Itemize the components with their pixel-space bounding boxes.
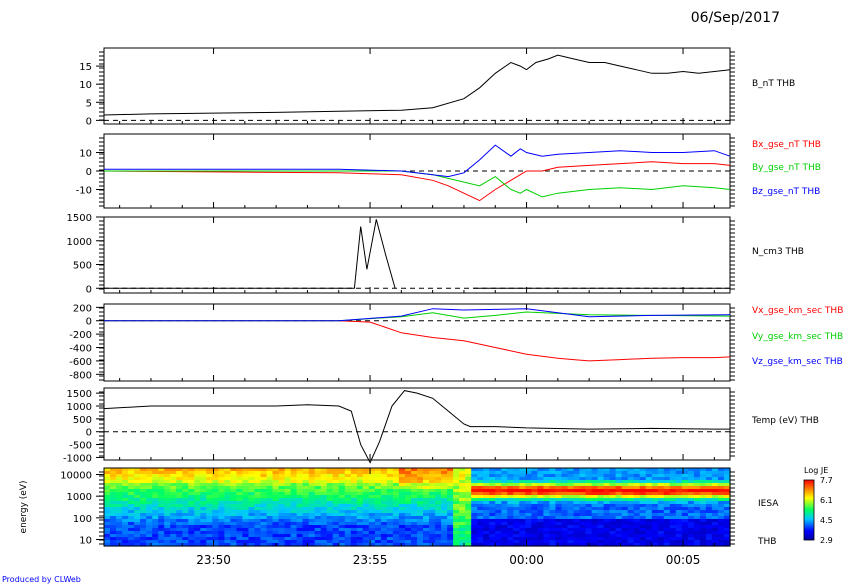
panel-frame (103, 216, 731, 294)
y-tick-label: -800 (69, 370, 92, 381)
y-tick-label: -1000 (63, 453, 92, 464)
legend-label: B_nT THB (752, 79, 795, 89)
y-tick-label: -10 (76, 186, 92, 197)
y-tick-label: 0 (86, 116, 92, 127)
panel-3: 0 500 1000 1500 N_cm3 THB (67, 213, 804, 295)
legend-label: N_cm3 THB (752, 247, 804, 257)
y-tick-label: 500 (73, 415, 92, 426)
y-tick-label: 0 (86, 428, 92, 439)
y-tick-label: 10 (79, 80, 92, 91)
y-tick-label: 0 (86, 284, 92, 295)
y-tick-label: 5 (86, 98, 92, 109)
legend-label: Temp (eV) THB (751, 416, 819, 426)
y-tick-label: 10000 (60, 471, 92, 482)
colorbar-tick-label: 6.1 (820, 496, 833, 505)
series-line-vy-gse-km-sec-thb (104, 311, 731, 322)
y-tick-label: 500 (73, 261, 92, 272)
series-line-b-nt-thb (103, 54, 731, 116)
spectrogram-series-label: IESA (758, 499, 779, 509)
panel-frame (103, 47, 731, 125)
panel-4: -800 -600 -400 -200 0 200 Vx_gse_km_sec THB Vy_… (69, 303, 843, 382)
y-tick-label: 100 (73, 514, 92, 525)
y-tick-label: -400 (69, 344, 92, 355)
y-tick-label: 1500 (67, 389, 92, 400)
legend-label: Vz_gse_km_sec THB (752, 357, 843, 367)
multi-panel-plot: 06/Sep/2017 0 5 10 15 B_nT THB -10 0 10 Bx_gse_n… (2, 10, 843, 584)
y-tick-label: -200 (69, 330, 92, 341)
panel-1: 0 5 10 15 B_nT THB (79, 47, 795, 127)
y-tick-label: 1000 (67, 492, 92, 503)
series-line-by-gse-nt-thb (104, 170, 731, 198)
spectrogram-probe-label: THB (757, 537, 776, 547)
y-tick-label: 15 (79, 62, 92, 73)
panel-5: -1000-500 0 500 1000 1500 Temp (eV) THB (63, 387, 819, 464)
series-line-n-cm3-thb (104, 219, 730, 289)
y-tick-label: 1500 (67, 213, 92, 224)
y-tick-label: -500 (69, 441, 92, 452)
y-tick-label: 1000 (67, 237, 92, 248)
x-tick-label: 23:50 (196, 553, 231, 567)
legend-label: Bz_gse_nT THB (752, 187, 820, 197)
panel-2: -10 0 10 Bx_gse_nT THB By_gse_nT THB Bz_gse_n… (76, 133, 821, 209)
series-line-vx-gse-km-sec-thb (104, 320, 731, 362)
y-tick-label: 0 (86, 317, 92, 328)
y-tick-label: 200 (73, 303, 92, 314)
series-line-temp-ev-thb (103, 390, 730, 464)
y-tick-label: 1000 (67, 402, 92, 413)
panel-frame (103, 387, 731, 461)
spectrogram-y-axis-label: energy (eV) (19, 481, 29, 534)
colorbar-tick-label: 4.5 (820, 516, 833, 525)
y-tick-label: -600 (69, 357, 92, 368)
colorbar (803, 479, 815, 541)
colorbar-title: Log JE (804, 466, 828, 475)
series-line-bx-gse-nt-thb (103, 161, 731, 202)
date-label: 06/Sep/2017 (691, 10, 780, 26)
x-tick-label: 00:05 (666, 553, 701, 567)
legend-label: By_gse_nT THB (752, 163, 821, 173)
y-tick-label: 10 (79, 149, 92, 160)
colorbar-tick-label: 2.9 (820, 536, 833, 545)
y-tick-label: 0 (86, 167, 92, 178)
colorbar-tick-label: 7.7 (820, 476, 833, 485)
x-tick-label: 00:00 (509, 553, 544, 567)
x-tick-label: 23:55 (353, 553, 388, 567)
legend-label: Vy_gse_km_sec THB (752, 332, 843, 342)
legend-label: Vx_gse_km_sec THB (752, 306, 843, 316)
legend-label: Bx_gse_nT THB (752, 140, 821, 150)
footer-label: Produced by CLWeb (2, 575, 81, 584)
y-tick-label: 10 (79, 535, 92, 546)
